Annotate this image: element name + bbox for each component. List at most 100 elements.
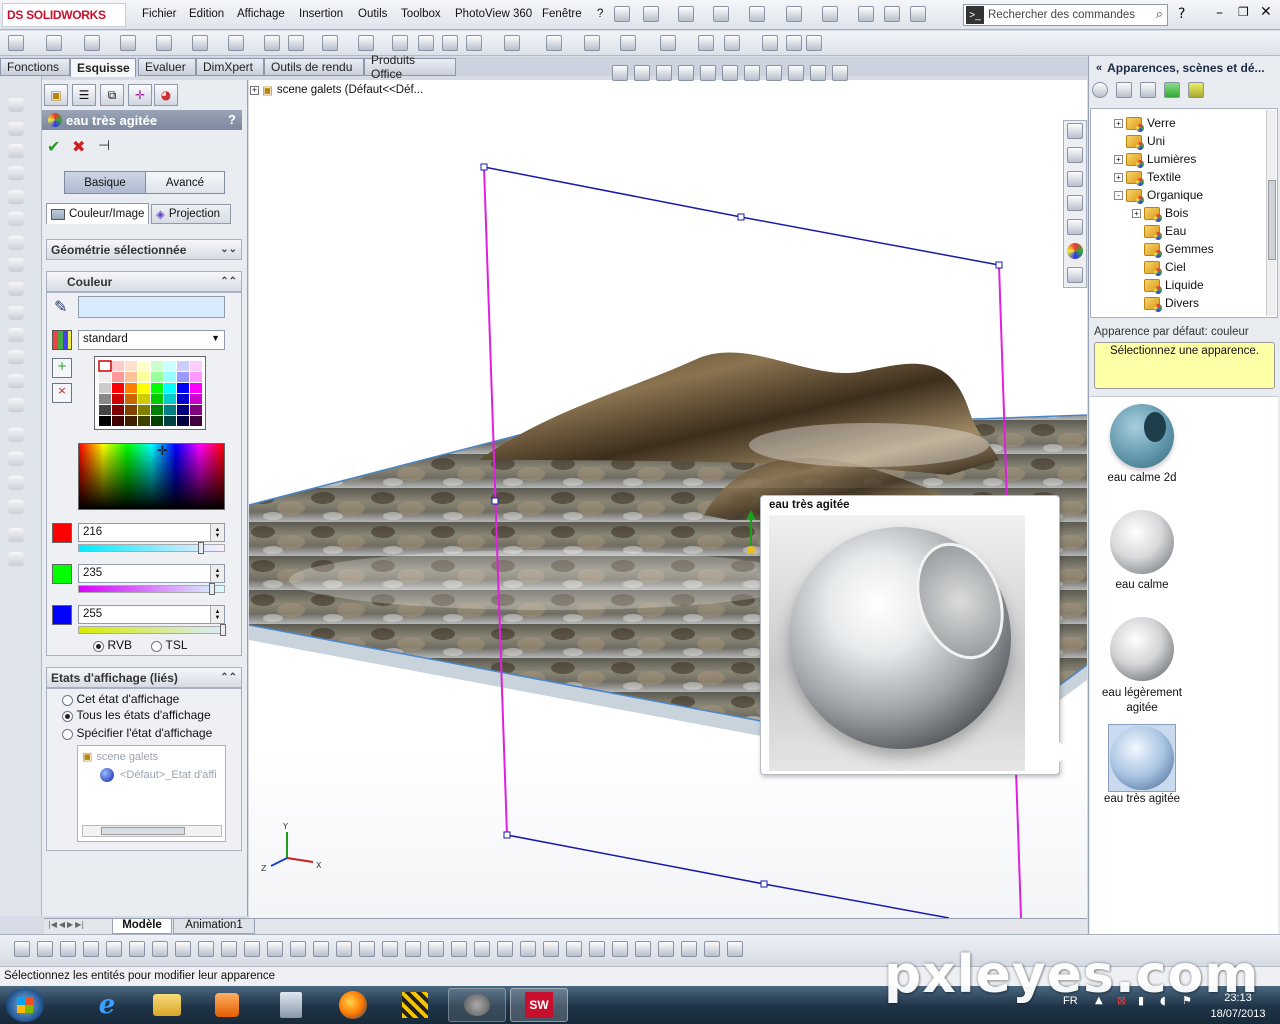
strip-tool-icon[interactable] [8, 328, 24, 342]
restore-icon[interactable]: ❐ [1238, 5, 1249, 19]
expand-icon[interactable] [1132, 263, 1141, 272]
expand-icon[interactable] [1132, 245, 1141, 254]
triad-origin[interactable] [747, 546, 755, 554]
dimension-filter-icon[interactable] [382, 941, 398, 957]
weld-filter-icon[interactable] [497, 941, 513, 957]
ok-icon[interactable]: ✔ [47, 137, 60, 156]
plane-icon[interactable] [418, 35, 434, 51]
tab-modele[interactable]: Modèle [112, 919, 172, 934]
first-tab-icon[interactable]: |◀ [48, 920, 57, 929]
color-swatch[interactable] [177, 405, 189, 415]
pin-icon[interactable] [614, 6, 630, 22]
expand-icon[interactable]: + [1132, 208, 1141, 218]
display-style-icon[interactable] [722, 65, 738, 81]
list-item[interactable]: ▣ scene galets [82, 750, 158, 764]
thumb-eau-calme-2d[interactable] [1110, 404, 1174, 468]
strip-tool-icon[interactable] [8, 528, 24, 542]
red-value-input[interactable]: 216 ▲ ▼ [78, 523, 225, 542]
section-display-states[interactable]: Etats d'affichage (liés) ⌃⌃ [46, 667, 242, 688]
midpoint-filter-icon[interactable] [336, 941, 352, 957]
surface-finish-filter-icon[interactable] [405, 941, 421, 957]
sketch-handle[interactable] [480, 163, 488, 171]
previous-view-icon[interactable] [656, 65, 672, 81]
color-swatch[interactable] [177, 416, 189, 426]
blue-value-input[interactable]: 255 ▲ ▼ [78, 605, 225, 624]
offset-icon[interactable] [546, 35, 562, 51]
close-icon[interactable]: ✕ [1260, 4, 1272, 20]
axis-filter-icon[interactable] [221, 941, 237, 957]
expand-icon[interactable] [1132, 299, 1141, 308]
section-view-icon[interactable] [678, 65, 694, 81]
line-icon[interactable] [84, 35, 100, 51]
cosmetic-thread-filter-icon[interactable] [520, 941, 536, 957]
configuration-manager-tab[interactable]: ⧉ [100, 84, 124, 106]
expand-icon[interactable] [1132, 227, 1141, 236]
tab-projection[interactable]: ◈ Projection [151, 204, 231, 224]
color-swatch[interactable] [99, 372, 111, 382]
display-option-current[interactable]: Cet état d'affichage [62, 692, 179, 706]
color-swatch[interactable] [112, 361, 124, 371]
color-swatch[interactable] [99, 383, 111, 393]
feature-manager-tab[interactable]: ▣ [44, 84, 68, 106]
print-icon[interactable] [749, 6, 765, 22]
design-library-icon[interactable] [1067, 171, 1083, 187]
color-swatch[interactable] [164, 361, 176, 371]
tab-fonctions[interactable]: Fonctions [0, 58, 70, 76]
menu-insertion[interactable]: Insertion [299, 8, 343, 20]
tree-item[interactable]: - Organique [1114, 188, 1203, 204]
expand-icon[interactable] [1114, 137, 1123, 146]
last-tab-icon[interactable]: ▶| [75, 920, 84, 929]
color-swatch[interactable] [138, 361, 150, 371]
relations-icon[interactable] [698, 35, 714, 51]
feature-tree-flyout[interactable]: + ▣ scene galets (Défaut<<Déf... [250, 83, 423, 97]
add-folder-icon[interactable] [1140, 82, 1156, 98]
red-slider[interactable] [78, 542, 225, 554]
command-search[interactable]: >_ Rechercher des commandes ⌕ [963, 4, 1168, 26]
menu-fenetre[interactable]: Fenêtre [542, 8, 582, 20]
filter-toggle-icon[interactable] [14, 941, 30, 957]
move-entities-icon[interactable] [660, 35, 676, 51]
point-filter-icon[interactable] [267, 941, 283, 957]
spinner-icon[interactable]: ▲ ▼ [210, 606, 224, 623]
strip-tool-icon[interactable] [8, 166, 24, 180]
color-swatch[interactable] [151, 372, 163, 382]
next-tab-icon[interactable]: ▶ [67, 920, 73, 929]
remove-swatch-icon[interactable]: × [52, 383, 72, 403]
color-spectrum-picker[interactable]: ✛ [78, 443, 225, 510]
pushpin-icon[interactable]: ⊣ [98, 138, 110, 154]
palette-select[interactable]: standard ▼ [78, 330, 225, 350]
color-swatch[interactable] [190, 383, 202, 393]
scrollbar-thumb[interactable] [101, 827, 185, 835]
expand-icon[interactable]: + [1114, 154, 1123, 164]
color-swatch[interactable] [151, 383, 163, 393]
spinner-icon[interactable]: ▲ ▼ [210, 565, 224, 582]
slider-thumb[interactable] [198, 542, 204, 554]
expand-icon[interactable] [1132, 281, 1141, 290]
color-swatch[interactable] [125, 372, 137, 382]
convert-entities-icon[interactable] [504, 35, 520, 51]
sketch-icon[interactable] [46, 35, 62, 51]
surface-filter-icon[interactable] [198, 941, 214, 957]
tab-outils-de-rendu[interactable]: Outils de rendu [264, 58, 364, 76]
color-swatch[interactable] [190, 405, 202, 415]
tsl-radio[interactable]: TSL [151, 638, 188, 652]
blue-slider[interactable] [78, 624, 226, 636]
tab-produits-office[interactable]: Produits Office [364, 53, 456, 81]
palette-icon[interactable] [52, 330, 72, 350]
segment-filter-icon[interactable] [313, 941, 329, 957]
undo-icon[interactable] [786, 6, 802, 22]
strip-tool-icon[interactable] [8, 500, 24, 514]
display-option-all[interactable]: Tous les états d'affichage [62, 708, 211, 722]
swatch-grid-svg[interactable] [95, 357, 205, 429]
tree-item[interactable]: + Textile [1114, 170, 1181, 186]
trim-icon[interactable] [466, 35, 482, 51]
color-swatch[interactable] [112, 405, 124, 415]
tree-item[interactable]: Liquide [1132, 278, 1204, 294]
color-swatch[interactable] [112, 394, 124, 404]
taskbar-media-player[interactable] [198, 988, 256, 1022]
geometric-tolerance-filter-icon[interactable] [428, 941, 444, 957]
search-input[interactable]: Rechercher des commandes [988, 9, 1135, 21]
color-swatch[interactable] [125, 383, 137, 393]
mate-filter-icon[interactable] [566, 941, 582, 957]
edit-appearance-icon[interactable] [766, 65, 782, 81]
